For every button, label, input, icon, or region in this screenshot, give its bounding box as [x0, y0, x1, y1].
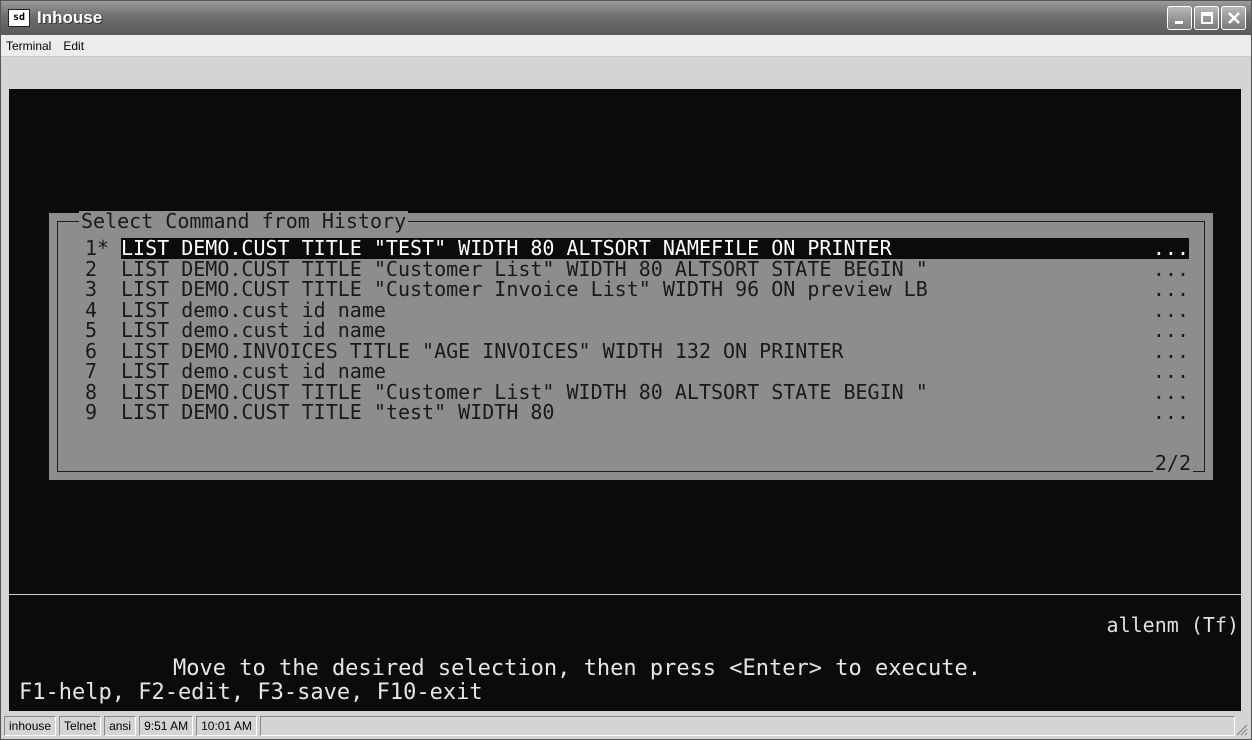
history-row[interactable]: 5 LIST demo.cust id name... — [85, 320, 1189, 341]
history-row-command: LIST DEMO.INVOICES TITLE "AGE INVOICES" … — [121, 340, 844, 361]
history-row-ellipsis: ... — [1152, 277, 1189, 301]
history-row-number: 3 — [85, 277, 98, 301]
menu-terminal[interactable]: Terminal — [1, 39, 57, 53]
history-row-number: 4 — [85, 297, 98, 322]
menu-edit[interactable]: Edit — [57, 39, 90, 53]
history-row-command: LIST DEMO.CUST TITLE "test" WIDTH 80 — [121, 402, 555, 423]
history-row-ellipsis: ... — [1152, 379, 1189, 404]
history-row-ellipsis: ... — [1152, 338, 1189, 363]
prompt-message: Move to the desired selection, then pres… — [173, 656, 981, 681]
minimize-button[interactable] — [1167, 6, 1192, 30]
status-host: inhouse — [4, 716, 57, 736]
history-row-number: 6 — [85, 338, 98, 363]
history-row-number: 8 — [85, 379, 98, 404]
maximize-icon — [1200, 12, 1213, 24]
status-bar: inhouse Telnet ansi 9:51 AM 10:01 AM — [1, 713, 1251, 739]
history-row-number: 9 — [85, 400, 98, 424]
history-row[interactable]: 4 LIST demo.cust id name... — [85, 297, 1189, 322]
history-row[interactable]: 9 LIST DEMO.CUST TITLE "test" WIDTH 80... — [85, 402, 1189, 423]
history-row-ellipsis: ... — [1145, 238, 1189, 259]
history-list: 1* LIST DEMO.CUST TITLE "TEST" WIDTH 80 A… — [85, 238, 1189, 423]
history-row-ellipsis: ... — [1152, 318, 1189, 342]
history-row-command: LIST DEMO.CUST TITLE "Customer Invoice L… — [121, 279, 928, 300]
separator-line — [9, 594, 1241, 595]
user-status: allenm (Tf) — [1106, 613, 1239, 637]
history-row-ellipsis: ... — [1152, 297, 1189, 322]
history-row-ellipsis: ... — [1152, 256, 1189, 281]
app-icon[interactable]: sd — [8, 9, 30, 27]
dialog-title: Select Command from History — [79, 209, 409, 233]
history-row-ellipsis: ... — [1152, 359, 1189, 383]
status-terminal-type: ansi — [104, 716, 137, 736]
history-row-number: 5 — [85, 318, 98, 342]
history-row-command: LIST DEMO.CUST TITLE "TEST" WIDTH 80 ALT… — [121, 238, 1145, 259]
maximize-button[interactable] — [1194, 6, 1219, 30]
status-connect-time: 9:51 AM — [139, 716, 194, 736]
resize-grip-icon[interactable] — [1234, 722, 1248, 736]
history-row-ellipsis: ... — [1152, 400, 1189, 424]
history-row-command: LIST DEMO.CUST TITLE "Customer List" WID… — [121, 258, 928, 279]
history-row-command: LIST demo.cust id name — [121, 320, 386, 341]
close-icon — [1227, 12, 1240, 24]
close-button[interactable] — [1221, 6, 1246, 30]
minimize-icon — [1174, 21, 1183, 24]
page-indicator: 2/2 — [1152, 451, 1193, 475]
history-row[interactable]: 1* LIST DEMO.CUST TITLE "TEST" WIDTH 80 A… — [85, 238, 1189, 259]
function-keys-hint: F1-help, F2-edit, F3-save, F10-exit — [19, 680, 483, 705]
title-bar[interactable]: sd Inhouse — [1, 1, 1251, 35]
history-row-number: 7 — [85, 359, 98, 383]
history-row[interactable]: 2 LIST DEMO.CUST TITLE "Customer List" WI… — [85, 256, 1189, 281]
history-row-command: LIST demo.cust id name — [121, 299, 386, 320]
window-title: Inhouse — [37, 8, 103, 27]
status-protocol: Telnet — [59, 716, 102, 736]
status-current-time: 10:01 AM — [196, 716, 257, 736]
history-row-number: 2 — [85, 256, 98, 281]
history-dialog: Select Command from History 1* LIST DEMO.… — [49, 209, 1213, 480]
history-row-command: LIST DEMO.CUST TITLE "Customer List" WID… — [121, 381, 928, 402]
history-row[interactable]: 6 LIST DEMO.INVOICES TITLE "AGE INVOICES"… — [85, 338, 1189, 363]
history-row[interactable]: 7 LIST demo.cust id name... — [85, 361, 1189, 382]
menu-bar: Terminal Edit — [1, 35, 1251, 57]
window-controls — [1167, 6, 1246, 30]
history-row-command: LIST demo.cust id name — [121, 361, 386, 382]
history-row-number: 1* — [85, 236, 110, 260]
history-row[interactable]: 3 LIST DEMO.CUST TITLE "Customer Invoice … — [85, 279, 1189, 300]
app-window: sd Inhouse Terminal Edit Select Command … — [0, 0, 1252, 740]
status-empty — [259, 716, 1235, 736]
terminal-screen[interactable]: Select Command from History 1* LIST DEMO.… — [9, 89, 1241, 711]
history-row[interactable]: 8 LIST DEMO.CUST TITLE "Customer List" WI… — [85, 379, 1189, 404]
